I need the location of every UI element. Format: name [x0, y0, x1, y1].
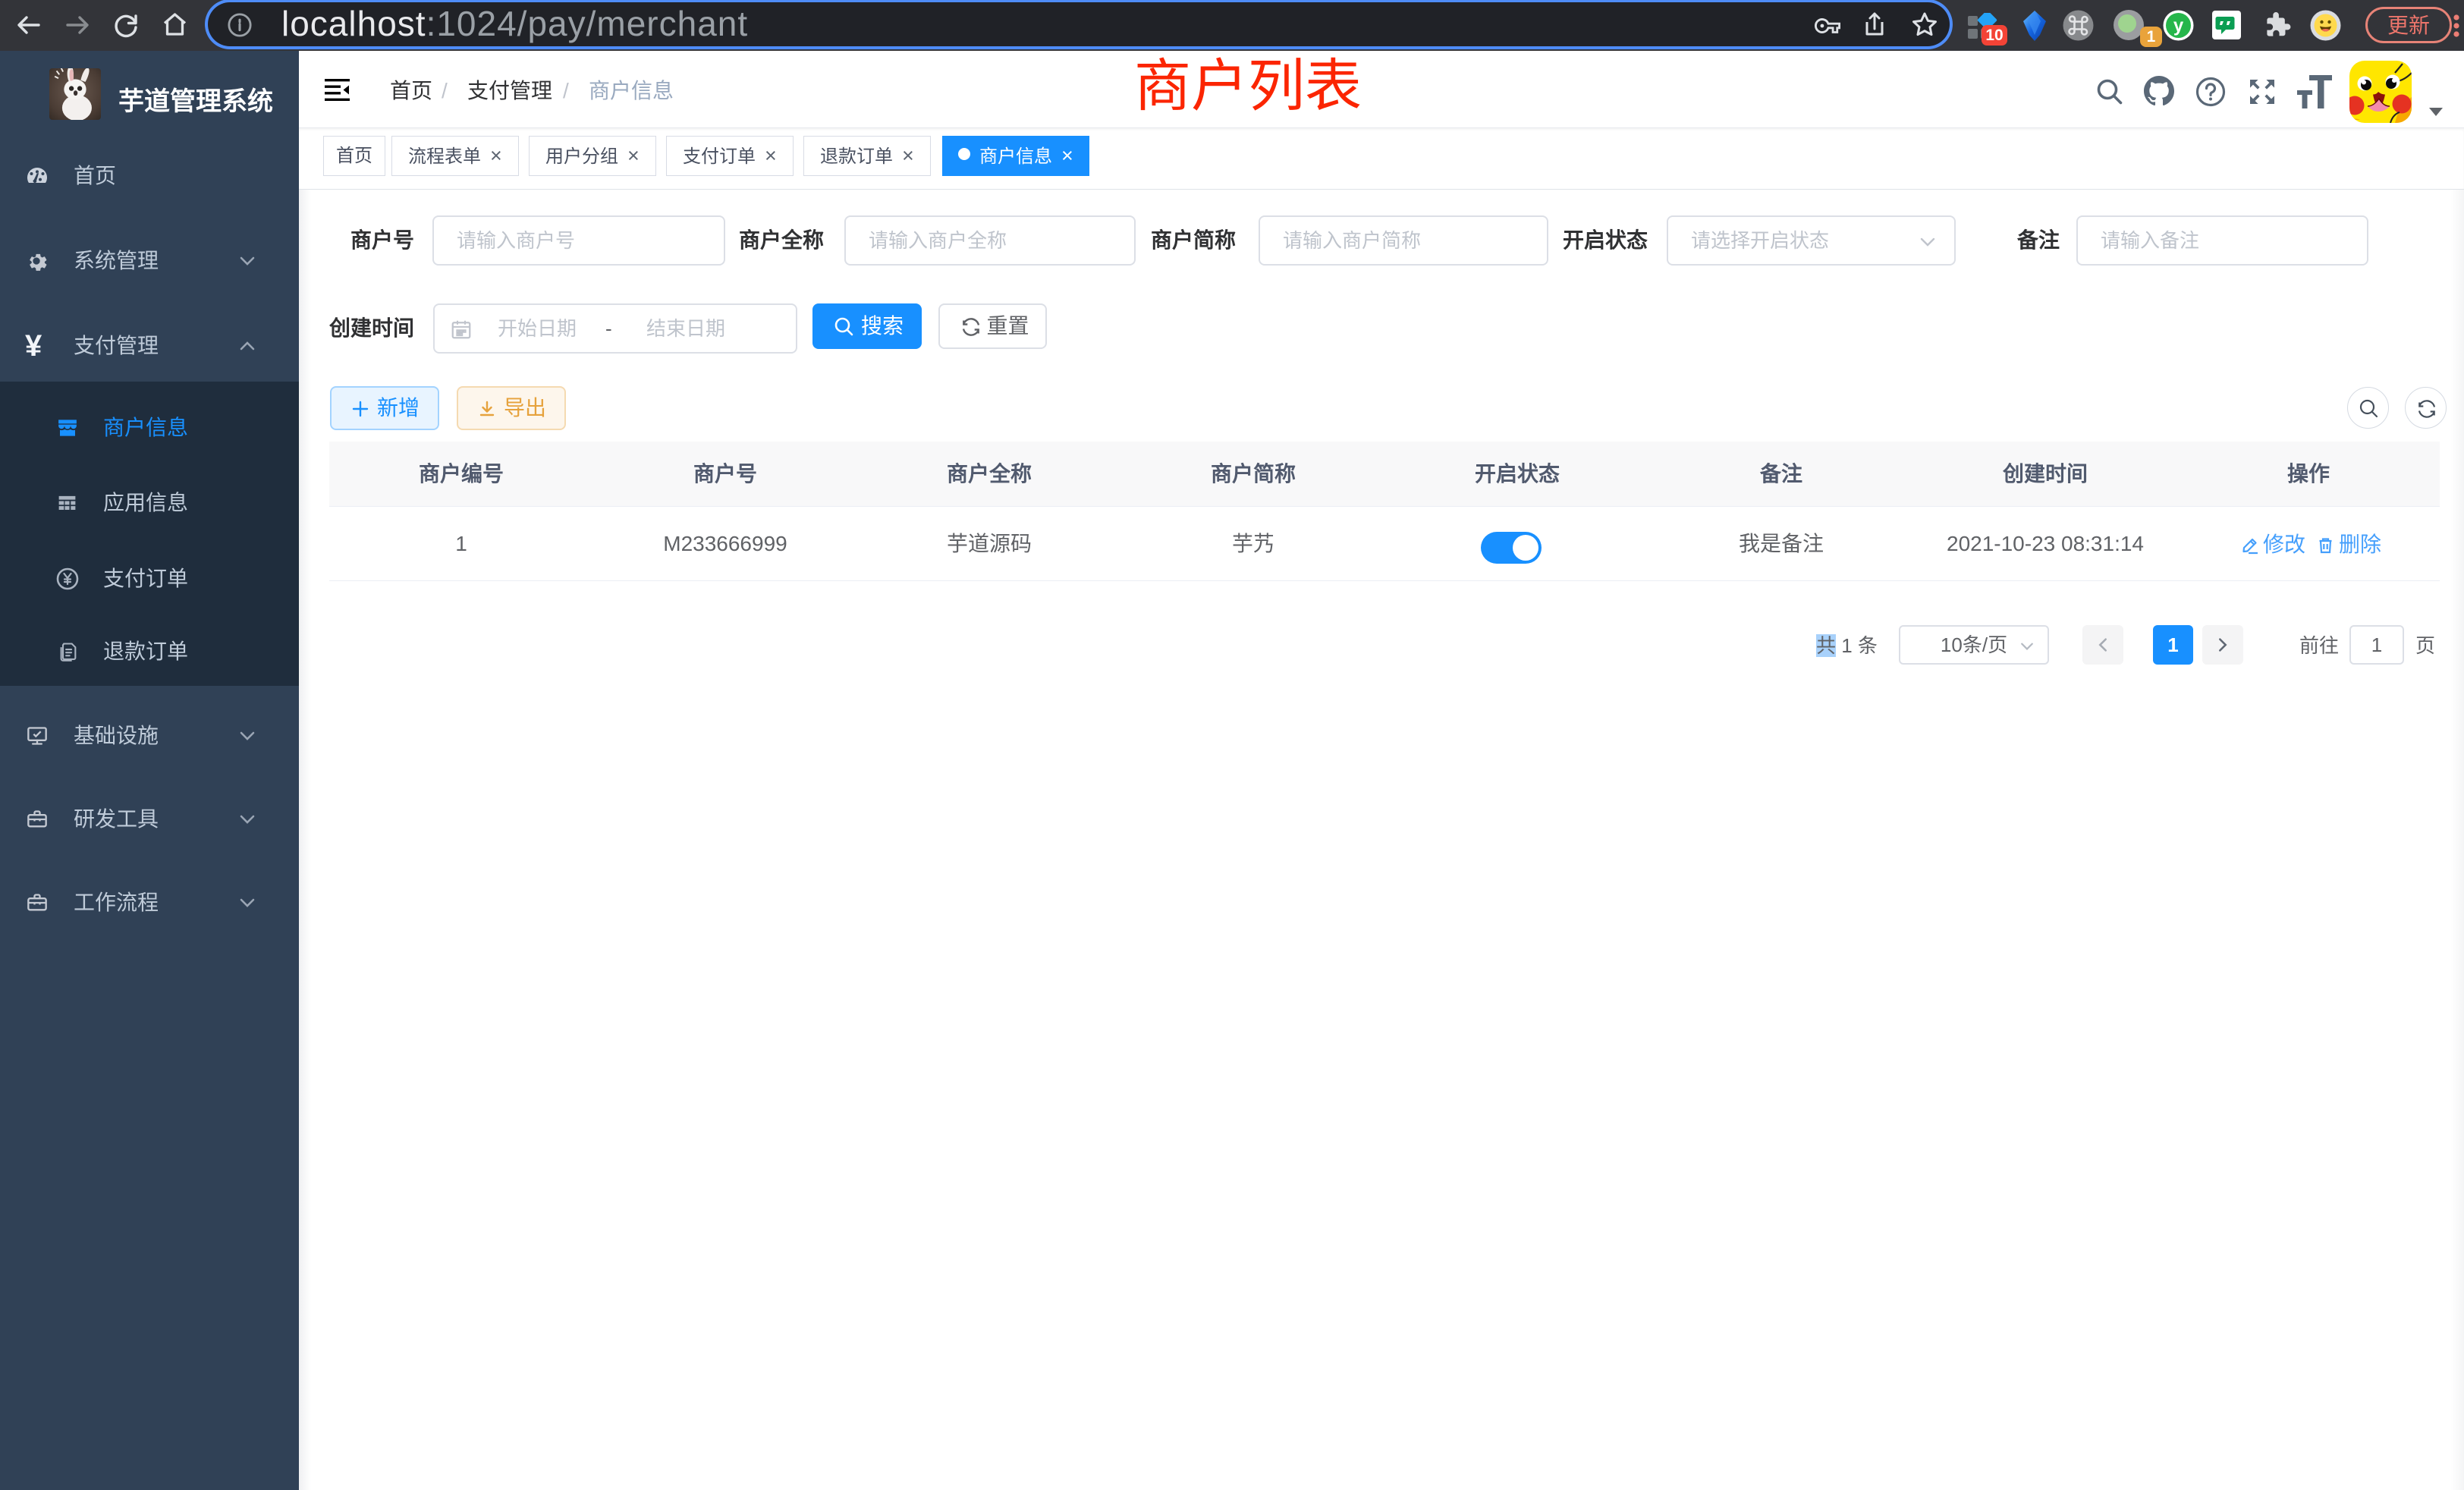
svg-text:y: y — [2173, 16, 2184, 36]
